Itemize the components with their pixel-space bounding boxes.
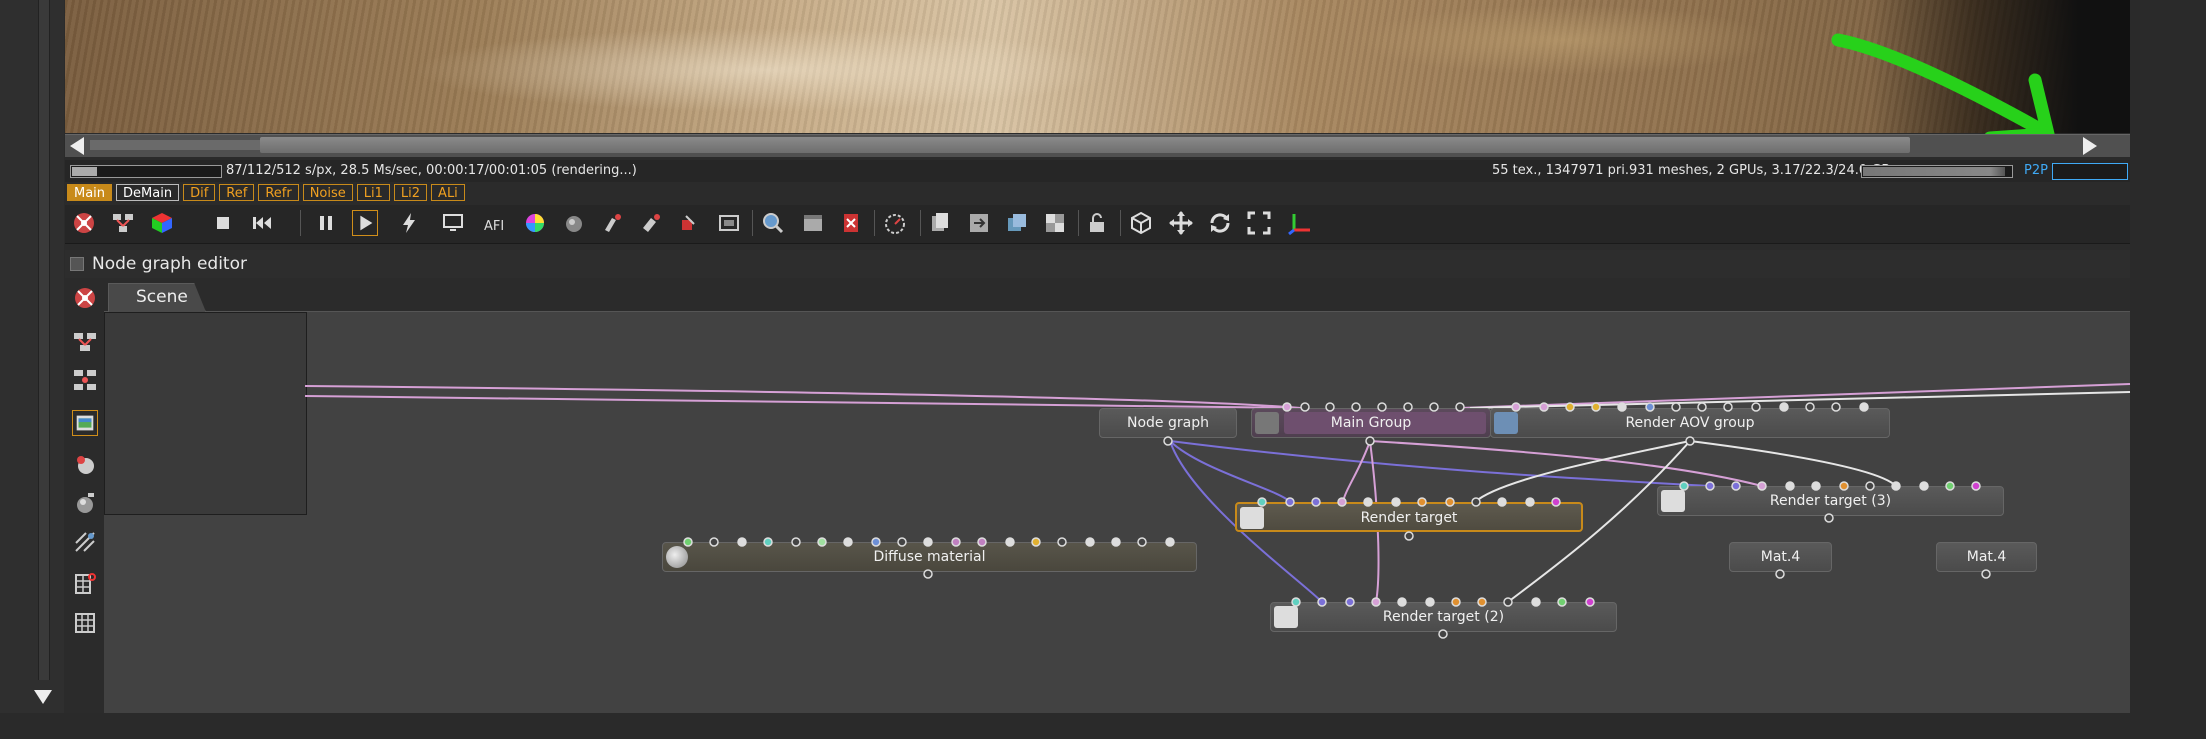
afi-icon[interactable]: AFI [482,210,508,236]
checker-icon[interactable] [1042,210,1068,236]
mat4-node-a[interactable]: Mat.4 [1729,542,1832,572]
toolbar-separator [300,210,301,236]
stop-icon[interactable] [210,210,236,236]
toolbar-separator [1120,210,1121,236]
right-panel [2130,0,2206,739]
sphere-node-icon[interactable] [72,490,98,516]
bottom-band [0,713,2206,739]
pass-button-li2[interactable]: Li2 [393,184,428,201]
scroll-right-arrow-icon[interactable] [2083,137,2097,155]
p2p-indicator [2052,163,2128,180]
pass-button-demain[interactable]: DeMain [116,184,180,201]
color-cube-icon[interactable] [149,210,175,236]
toolbar-separator [1078,210,1079,236]
pass-button-dif[interactable]: Dif [183,184,216,201]
render-progress-fill [72,167,97,176]
node-label: Render target (3) [1769,493,1892,509]
rewind-icon[interactable] [249,210,275,236]
image-node-icon[interactable] [72,410,98,436]
node-label: Render AOV group [1625,415,1755,431]
lightning-icon[interactable] [396,210,422,236]
toolbar-separator [752,210,753,236]
fit-icon[interactable] [1246,210,1272,236]
toolbar-separator [920,210,921,236]
diffuse-material-node[interactable]: Diffuse material [662,542,1197,572]
render-target-node[interactable]: Render target [1235,502,1583,532]
cancel-render-icon[interactable] [838,210,864,236]
mat4-node-b[interactable]: Mat.4 [1936,542,2037,572]
p2p-label: P2P [2024,163,2048,178]
gauge-icon[interactable] [882,210,908,236]
copy-icon[interactable] [927,210,953,236]
memory-usage-fill [1863,167,2005,176]
scroll-left-arrow-icon[interactable] [70,137,84,155]
grid-link-icon[interactable] [72,571,98,597]
paint-brush-icon[interactable] [600,210,626,236]
lock-icon[interactable] [1084,210,1110,236]
annotation-arrow-icon [1831,33,2055,145]
film-icon[interactable] [800,210,826,236]
scene-stats-text: 55 tex., 1347971 pri.931 meshes, 2 GPUs,… [1492,163,1891,178]
texture-icon[interactable] [72,529,98,555]
scrollbar-track [90,140,260,150]
sphere-icon[interactable] [561,210,587,236]
scrollbar-thumb[interactable] [260,137,1910,153]
node-tree-icon[interactable] [110,210,136,236]
graph-layout-icon[interactable] [72,367,98,393]
node-label: Node graph [1127,415,1209,431]
rotate-icon[interactable] [1207,210,1233,236]
pass-button-ref[interactable]: Ref [219,184,255,201]
tab-scene-label: Scene [136,287,188,307]
left-scrollbar[interactable] [38,0,50,680]
pass-button-ali[interactable]: ALi [431,184,465,201]
scroll-down-arrow-icon[interactable] [34,690,52,704]
region-icon[interactable] [716,210,742,236]
main-group-node[interactable]: Main Group [1251,408,1491,438]
material-picker-icon[interactable] [638,210,664,236]
render-stats-text: 87/112/512 s/px, 28.5 Ms/sec, 00:00:17/0… [226,163,637,178]
node-label: Mat.4 [1966,549,2007,565]
monitor-icon[interactable] [440,210,466,236]
node-label: Render target [1360,510,1458,526]
left-panel [0,0,64,739]
pass-button-refr[interactable]: Refr [258,184,299,201]
play-icon[interactable] [352,210,378,236]
move-icon[interactable] [1168,210,1194,236]
render-viewport[interactable] [65,0,2130,133]
node-graph-node[interactable]: Node graph [1099,408,1237,438]
toolbar-separator [874,210,875,236]
import-icon[interactable] [966,210,992,236]
node-label: Main Group [1330,415,1412,431]
color-wheel-icon[interactable] [522,210,548,236]
node-graph-editor-header [65,250,2130,278]
render-pass-bar: Main DeMain Dif Ref Refr Noise Li1 Li2 A… [67,184,465,204]
material-icon[interactable] [72,451,98,477]
cube-icon[interactable] [1128,210,1154,236]
pass-button-main[interactable]: Main [67,184,113,201]
node-editor-tab-bar [104,278,2130,312]
duplicate-icon[interactable] [1004,210,1030,236]
node-label: Render target (2) [1382,609,1505,625]
node-graph-minimap[interactable] [104,312,307,515]
node-tree-icon[interactable] [72,329,98,355]
pass-button-li1[interactable]: Li1 [356,184,390,201]
axes-icon[interactable] [1286,210,1312,236]
pass-button-noise[interactable]: Noise [302,184,353,201]
node-graph-editor-title: Node graph editor [92,254,247,274]
pause-icon[interactable] [313,210,339,236]
render-target-2-node[interactable]: Render target (2) [1270,602,1617,632]
zoom-icon[interactable] [760,210,786,236]
node-label: Diffuse material [873,549,986,565]
node-label: Mat.4 [1760,549,1801,565]
render-aov-group-node[interactable]: Render AOV group [1490,408,1890,438]
node-graph-editor-toggle[interactable] [70,257,84,271]
render-settings-icon[interactable] [71,210,97,236]
render-target-3-node[interactable]: Render target (3) [1657,486,2004,516]
render-settings-icon[interactable] [72,285,98,311]
focus-picker-icon[interactable] [676,210,702,236]
svg-text:AFI: AFI [484,219,504,234]
table-icon[interactable] [72,610,98,636]
